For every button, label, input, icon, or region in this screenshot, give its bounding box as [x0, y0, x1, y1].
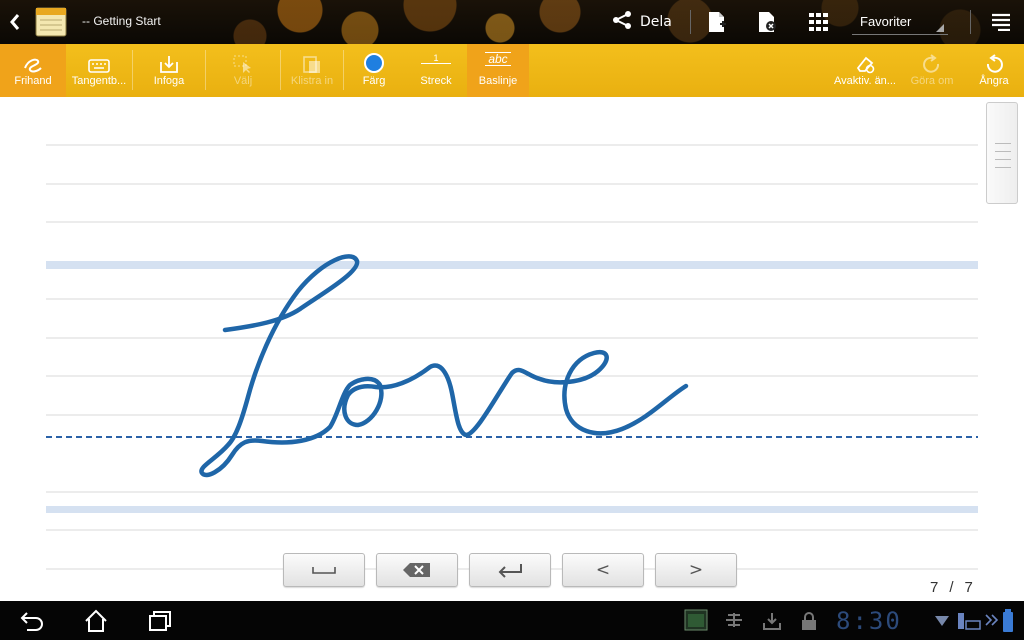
chevron-left-icon[interactable]: [4, 8, 26, 36]
baseline-label: Baslinje: [478, 75, 518, 87]
screenshot-icon: [684, 609, 708, 631]
recent-apps-icon[interactable]: [140, 605, 180, 637]
divider: [132, 50, 133, 90]
dropdown-arrow-icon: [936, 24, 944, 32]
keyboard-icon: [88, 44, 110, 74]
delete-page-icon[interactable]: [754, 8, 780, 36]
color-dot-icon: [363, 44, 385, 74]
backspace-key[interactable]: [376, 553, 458, 587]
redo-label: Göra om: [910, 75, 954, 87]
paste-label: Klistra in: [290, 75, 334, 87]
redo-button[interactable]: Göra om: [906, 44, 958, 97]
dock-keyboard-icon: [958, 613, 981, 630]
undo-icon: [983, 44, 1005, 74]
baseline-sample: abc: [485, 51, 511, 66]
keyboard-label: Tangentb...: [71, 75, 127, 87]
lock-icon: [802, 612, 816, 630]
freehand-icon: [22, 44, 44, 74]
disable-edit-label: Avaktiv. än...: [834, 75, 896, 87]
action-bar: -- Getting Start Dela Favoriter: [0, 0, 1024, 44]
select-icon: [232, 44, 254, 74]
stroke-label: Streck: [420, 75, 452, 87]
chevron-right-icon: >: [688, 560, 704, 580]
grid-icon[interactable]: [806, 8, 832, 36]
freehand-label: Frihand: [14, 75, 52, 87]
stroke-line: [421, 62, 451, 64]
insert-label: Infoga: [153, 75, 185, 87]
undo-label: Ångra: [979, 75, 1009, 87]
lower-guide-band: [46, 506, 978, 513]
divider: [690, 10, 691, 34]
stroke-width-icon: 1: [421, 44, 451, 74]
disable-edit-button[interactable]: Avaktiv. än...: [826, 44, 904, 97]
divider: [280, 50, 281, 90]
page-title: -- Getting Start: [82, 14, 161, 28]
current-page: 7: [930, 579, 940, 596]
freehand-button[interactable]: Frihand: [0, 44, 66, 97]
favorites-dropdown[interactable]: Favoriter: [852, 6, 948, 38]
color-label: Färg: [362, 75, 386, 87]
baseline-icon: abc: [485, 44, 511, 74]
notebook-app-icon[interactable]: [34, 6, 68, 38]
select-label: Välj: [233, 75, 253, 87]
space-key[interactable]: [283, 553, 365, 587]
chevron-left-icon: <: [595, 560, 611, 580]
divider: [343, 50, 344, 90]
divider: [205, 50, 206, 90]
next-key[interactable]: >: [655, 553, 737, 587]
paste-button[interactable]: Klistra in: [282, 44, 342, 97]
share-label: Dela: [640, 14, 672, 30]
eraser-icon: [854, 44, 876, 74]
favorites-label: Favoriter: [860, 14, 912, 29]
dropdown-underline: [852, 34, 948, 35]
handwriting-keys: < >: [283, 553, 737, 587]
upper-guide-band: [46, 261, 978, 269]
color-button[interactable]: Färg: [346, 44, 402, 97]
stroke-value: 1: [433, 52, 439, 63]
clock: 8:30: [836, 607, 902, 635]
wifi-icon: [935, 616, 949, 626]
share-icon: [612, 11, 632, 33]
page-counter: 7 / 7: [930, 579, 974, 596]
chevron-double-right-icon: [985, 614, 999, 626]
menu-icon[interactable]: [986, 8, 1016, 36]
scroll-grip: [995, 159, 1011, 160]
undo-button[interactable]: Ångra: [968, 44, 1020, 97]
total-pages: 7: [964, 579, 974, 596]
battery-icon: [1003, 609, 1013, 632]
handwriting-stroke: [199, 254, 689, 478]
insert-button[interactable]: Infoga: [136, 44, 202, 97]
enter-icon: [498, 564, 522, 578]
space-icon: [312, 567, 336, 574]
page-scrollbar[interactable]: [986, 102, 1018, 204]
home-icon[interactable]: [76, 605, 116, 637]
prev-key[interactable]: <: [562, 553, 644, 587]
insert-icon: [158, 44, 180, 74]
note-canvas[interactable]: < > 7 / 7: [0, 97, 1024, 601]
keyboard-button[interactable]: Tangentb...: [66, 44, 132, 97]
new-page-icon[interactable]: [704, 8, 730, 36]
backspace-icon: [403, 563, 430, 577]
share-button[interactable]: Dela: [612, 8, 672, 36]
system-bar: 8:30: [0, 601, 1024, 640]
back-icon[interactable]: [12, 605, 52, 637]
edit-toolbar: Frihand Tangentb... Infoga Välj Klistra …: [0, 44, 1024, 97]
select-button[interactable]: Välj: [210, 44, 276, 97]
scroll-grip: [995, 167, 1011, 168]
divider: [970, 10, 971, 34]
baseline-button[interactable]: abc Baslinje: [467, 44, 529, 97]
download-icon: [763, 613, 781, 630]
redo-icon: [921, 44, 943, 74]
enter-key[interactable]: [469, 553, 551, 587]
paste-icon: [301, 44, 323, 74]
scroll-grip: [995, 143, 1011, 144]
stroke-button[interactable]: 1 Streck: [406, 44, 466, 97]
debug-icon: [726, 613, 742, 627]
page-separator: /: [949, 579, 955, 596]
scroll-grip: [995, 151, 1011, 152]
ruled-lines: [46, 144, 978, 570]
